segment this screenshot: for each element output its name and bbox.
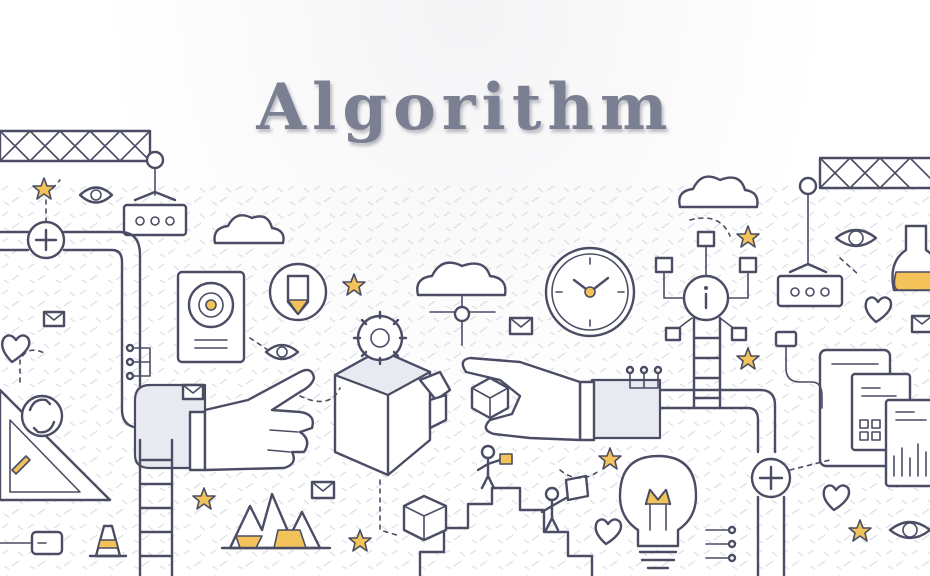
- envelope-icon: [181, 383, 205, 401]
- gear-icon: [352, 310, 408, 366]
- plus-icon: [26, 220, 66, 260]
- illustration: Algorithm: [0, 0, 930, 576]
- refresh-icon: [20, 394, 64, 438]
- doodle-scene: [0, 129, 930, 576]
- envelope-icon: [310, 480, 336, 500]
- envelope-icon: [508, 316, 534, 336]
- pencil-icon: [268, 262, 328, 322]
- envelope-icon: [910, 314, 930, 334]
- eye-icon: [78, 186, 114, 204]
- ladder-icon: [138, 438, 174, 576]
- clock-icon: [544, 246, 636, 338]
- plus-icon: [750, 457, 792, 499]
- eye-icon: [264, 343, 300, 361]
- cube-icon-small: [402, 494, 448, 542]
- document-icon: [884, 398, 930, 488]
- speaker-icon: [176, 270, 246, 364]
- envelope-icon: [42, 310, 66, 328]
